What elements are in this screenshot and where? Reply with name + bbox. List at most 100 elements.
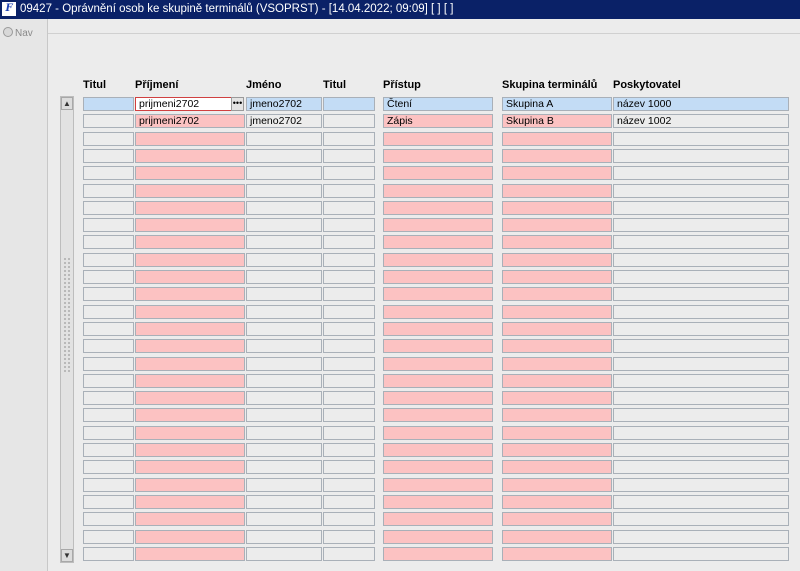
cell-pristup[interactable] xyxy=(383,460,493,474)
cell-pristup[interactable] xyxy=(383,530,493,544)
cell-pristup[interactable] xyxy=(383,322,493,336)
cell-poskytovatel[interactable]: název 1000 xyxy=(613,97,789,111)
cell-titul-after[interactable] xyxy=(323,287,375,301)
cell-titul-after[interactable] xyxy=(323,339,375,353)
cell-poskytovatel[interactable] xyxy=(613,530,789,544)
cell-jmeno[interactable] xyxy=(246,512,322,526)
cell-pristup[interactable] xyxy=(383,495,493,509)
cell-jmeno[interactable] xyxy=(246,218,322,232)
cell-poskytovatel[interactable] xyxy=(613,253,789,267)
cell-prijmeni[interactable] xyxy=(135,132,245,146)
cell-titul-after[interactable] xyxy=(323,460,375,474)
cell-skupina-terminalu[interactable] xyxy=(502,357,612,371)
cell-pristup[interactable] xyxy=(383,149,493,163)
cell-prijmeni[interactable] xyxy=(135,322,245,336)
cell-jmeno[interactable] xyxy=(246,270,322,284)
cell-titul-before[interactable] xyxy=(83,512,134,526)
cell-titul-before[interactable] xyxy=(83,166,134,180)
cell-poskytovatel[interactable] xyxy=(613,132,789,146)
cell-titul-after[interactable] xyxy=(323,391,375,405)
cell-pristup[interactable] xyxy=(383,253,493,267)
cell-poskytovatel[interactable] xyxy=(613,218,789,232)
cell-jmeno[interactable] xyxy=(246,166,322,180)
cell-prijmeni[interactable] xyxy=(135,460,245,474)
cell-prijmeni[interactable] xyxy=(135,408,245,422)
cell-jmeno[interactable] xyxy=(246,287,322,301)
cell-titul-after[interactable] xyxy=(323,166,375,180)
cell-titul-before[interactable] xyxy=(83,495,134,509)
cell-prijmeni[interactable] xyxy=(135,495,245,509)
cell-titul-before[interactable] xyxy=(83,114,134,128)
cell-poskytovatel[interactable] xyxy=(613,166,789,180)
cell-skupina-terminalu[interactable] xyxy=(502,512,612,526)
cell-skupina-terminalu[interactable] xyxy=(502,495,612,509)
cell-prijmeni[interactable] xyxy=(135,391,245,405)
cell-titul-after[interactable] xyxy=(323,408,375,422)
cell-pristup[interactable] xyxy=(383,426,493,440)
cell-titul-before[interactable] xyxy=(83,201,134,215)
cell-titul-before[interactable] xyxy=(83,184,134,198)
cell-titul-after[interactable] xyxy=(323,201,375,215)
cell-titul-after[interactable] xyxy=(323,322,375,336)
cell-jmeno[interactable] xyxy=(246,460,322,474)
cell-jmeno[interactable] xyxy=(246,253,322,267)
cell-poskytovatel[interactable] xyxy=(613,270,789,284)
cell-poskytovatel[interactable]: název 1002 xyxy=(613,114,789,128)
cell-prijmeni[interactable] xyxy=(135,270,245,284)
cell-pristup[interactable] xyxy=(383,235,493,249)
cell-pristup[interactable] xyxy=(383,408,493,422)
cell-titul-before[interactable] xyxy=(83,253,134,267)
cell-pristup[interactable] xyxy=(383,512,493,526)
cell-titul-before[interactable] xyxy=(83,270,134,284)
cell-titul-before[interactable] xyxy=(83,478,134,492)
cell-poskytovatel[interactable] xyxy=(613,443,789,457)
cell-skupina-terminalu[interactable] xyxy=(502,339,612,353)
cell-jmeno[interactable]: jmeno2702 xyxy=(246,114,322,128)
cell-titul-before[interactable] xyxy=(83,357,134,371)
cell-poskytovatel[interactable] xyxy=(613,149,789,163)
cell-titul-after[interactable] xyxy=(323,512,375,526)
cell-pristup[interactable]: Čtení xyxy=(383,97,493,111)
scroll-down-icon[interactable]: ▼ xyxy=(61,549,73,562)
cell-skupina-terminalu[interactable] xyxy=(502,530,612,544)
cell-prijmeni[interactable] xyxy=(135,149,245,163)
cell-skupina-terminalu[interactable] xyxy=(502,149,612,163)
cell-titul-before[interactable] xyxy=(83,374,134,388)
cell-pristup[interactable]: Zápis xyxy=(383,114,493,128)
cell-skupina-terminalu[interactable] xyxy=(502,201,612,215)
cell-titul-after[interactable] xyxy=(323,270,375,284)
cell-pristup[interactable] xyxy=(383,547,493,561)
cell-jmeno[interactable] xyxy=(246,149,322,163)
cell-titul-before[interactable] xyxy=(83,322,134,336)
cell-poskytovatel[interactable] xyxy=(613,391,789,405)
cell-titul-before[interactable] xyxy=(83,391,134,405)
cell-jmeno[interactable] xyxy=(246,132,322,146)
cell-prijmeni[interactable] xyxy=(135,478,245,492)
cell-poskytovatel[interactable] xyxy=(613,184,789,198)
cell-prijmeni[interactable] xyxy=(135,512,245,526)
cell-poskytovatel[interactable] xyxy=(613,512,789,526)
cell-titul-after[interactable] xyxy=(323,132,375,146)
cell-titul-after[interactable] xyxy=(323,530,375,544)
cell-jmeno[interactable]: jmeno2702 xyxy=(246,97,322,111)
cell-titul-before[interactable] xyxy=(83,97,134,111)
cell-titul-after[interactable] xyxy=(323,547,375,561)
list-of-values-button[interactable]: ••• xyxy=(231,97,244,111)
cell-jmeno[interactable] xyxy=(246,305,322,319)
cell-skupina-terminalu[interactable] xyxy=(502,426,612,440)
cell-jmeno[interactable] xyxy=(246,235,322,249)
cell-pristup[interactable] xyxy=(383,132,493,146)
cell-titul-after[interactable] xyxy=(323,235,375,249)
cell-poskytovatel[interactable] xyxy=(613,357,789,371)
cell-titul-before[interactable] xyxy=(83,287,134,301)
cell-prijmeni[interactable] xyxy=(135,374,245,388)
cell-pristup[interactable] xyxy=(383,270,493,284)
cell-poskytovatel[interactable] xyxy=(613,287,789,301)
cell-skupina-terminalu[interactable]: Skupina B xyxy=(502,114,612,128)
cell-titul-before[interactable] xyxy=(83,305,134,319)
cell-jmeno[interactable] xyxy=(246,530,322,544)
cell-skupina-terminalu[interactable] xyxy=(502,218,612,232)
cell-poskytovatel[interactable] xyxy=(613,478,789,492)
cell-prijmeni[interactable] xyxy=(135,339,245,353)
cell-pristup[interactable] xyxy=(383,478,493,492)
